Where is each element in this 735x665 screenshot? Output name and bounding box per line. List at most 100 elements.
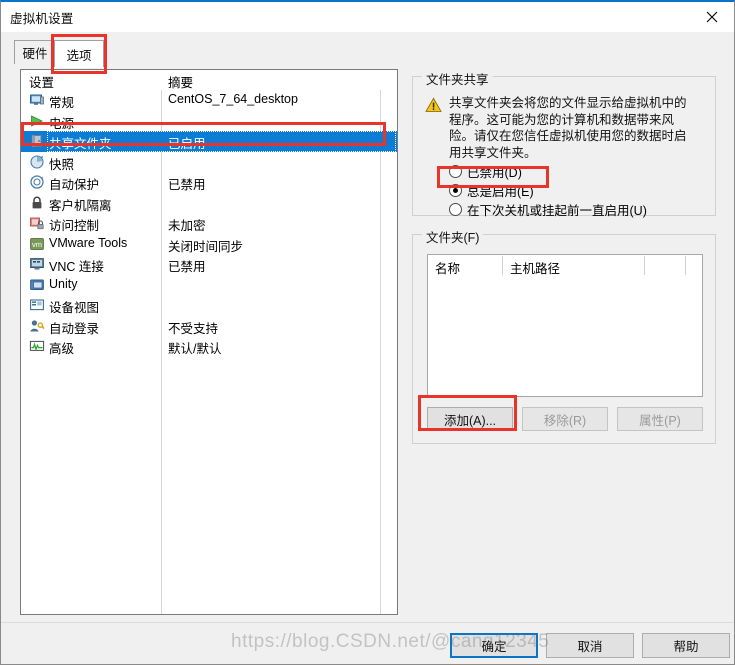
list-item-label: 自动登录 xyxy=(49,321,100,336)
list-item-label: Unity xyxy=(49,276,78,291)
cancel-button[interactable]: 取消 xyxy=(546,633,634,658)
folder-properties-button[interactable]: 属性(P) xyxy=(617,407,703,431)
folder-sharing-group-title: 文件夹共享 xyxy=(422,69,493,88)
list-item-auto-login[interactable]: 自动登录 不受支持 xyxy=(21,316,397,337)
tab-hardware-label: 硬件 xyxy=(22,47,48,61)
list-item-shared-folders[interactable]: 共享文件夹 已启用 xyxy=(21,131,397,152)
list-item-label: 设备视图 xyxy=(49,301,100,315)
folder-sharing-warning-text: 共享文件夹会将您的文件显示给虚拟机中的程序。这可能为您的计算机和数据带来风险。请… xyxy=(449,96,687,160)
tab-hardware[interactable]: 硬件 xyxy=(14,40,56,64)
help-button[interactable]: 帮助 xyxy=(642,633,730,658)
folder-icon xyxy=(29,133,45,149)
list-item-summary: 已禁用 xyxy=(168,178,206,192)
focus-ring xyxy=(47,131,396,152)
folders-button-row: 添加(A)... 移除(R) 属性(P) xyxy=(427,407,703,431)
ok-button-label: 确定 xyxy=(481,640,507,654)
svg-text:vm: vm xyxy=(32,240,42,249)
folders-group: 文件夹(F) 名称 主机路径 添加(A)... 移除(R) 属性(P) xyxy=(412,227,716,444)
dialog-footer: 确定 取消 帮助 xyxy=(1,623,734,664)
radio-mark xyxy=(449,165,462,178)
folders-column-name: 名称 xyxy=(435,262,461,276)
list-item-guest-isolation[interactable]: 客户机隔离 xyxy=(21,193,397,214)
list-item-label: 电源 xyxy=(49,116,75,131)
camera-icon xyxy=(29,154,45,170)
options-panel: 设置 摘要 常规 CentOS_7_64_desktop 电源 共享文件夹 已启… xyxy=(14,66,722,618)
radio-until-shutdown-label: 在下次关机或挂起前一直启用(U) xyxy=(467,204,647,218)
folder-sharing-group: 文件夹共享 共享文件夹会将您的文件显示给虚拟机中的程序。这可能为您的计算机和数据… xyxy=(412,69,716,219)
vmware-tools-icon: vm xyxy=(29,236,45,252)
list-item-vnc[interactable]: VNC 连接 已禁用 xyxy=(21,254,397,275)
radio-disabled-label: 已禁用(D) xyxy=(467,166,522,180)
list-item-summary: CentOS_7_64_desktop xyxy=(168,92,298,106)
help-button-label: 帮助 xyxy=(673,640,699,654)
folder-sharing-radio-group: 已禁用(D) 总是启用(E) 在下次关机或挂起前一直启用(U) xyxy=(449,162,647,219)
list-item-summary: 不受支持 xyxy=(168,321,219,336)
access-control-icon xyxy=(29,215,45,231)
list-item-vmware-tools[interactable]: vm VMware Tools 关闭时间同步 xyxy=(21,234,397,255)
list-item-summary: 已禁用 xyxy=(168,260,206,274)
settings-list-header: 设置 摘要 xyxy=(21,70,397,90)
title-bar: 虚拟机设置 xyxy=(1,2,734,32)
close-glyph xyxy=(706,11,718,22)
list-item-label: 客户机隔离 xyxy=(49,198,112,213)
radio-mark xyxy=(449,203,462,216)
list-item-power[interactable]: 电源 xyxy=(21,111,397,132)
remove-folder-button[interactable]: 移除(R) xyxy=(522,407,608,431)
settings-list[interactable]: 设置 摘要 常规 CentOS_7_64_desktop 电源 共享文件夹 已启… xyxy=(20,69,398,615)
list-item-label: 常规 xyxy=(49,96,75,110)
list-item-advanced[interactable]: 高级 默认/默认 xyxy=(21,336,397,357)
list-item-label: VNC 连接 xyxy=(49,260,104,274)
radio-always-enabled[interactable]: 总是启用(E) xyxy=(449,181,647,200)
list-item-summary: 默认/默认 xyxy=(168,342,222,356)
unity-icon xyxy=(29,277,45,293)
list-item-general[interactable]: 常规 CentOS_7_64_desktop xyxy=(21,90,397,111)
ok-button[interactable]: 确定 xyxy=(450,633,538,658)
tab-options-label: 选项 xyxy=(66,48,92,63)
auto-login-icon xyxy=(29,318,45,334)
folders-divider-3 xyxy=(685,256,686,275)
add-folder-label: 添加(A)... xyxy=(443,413,497,428)
vm-settings-window: 虚拟机设置 硬件 选项 设置 摘要 常规 CentOS_7_64_desktop… xyxy=(0,0,735,665)
folders-group-title: 文件夹(F) xyxy=(422,227,484,246)
list-item-summary: 未加密 xyxy=(168,219,206,233)
radio-disabled[interactable]: 已禁用(D) xyxy=(449,162,647,181)
list-item-summary: 关闭时间同步 xyxy=(168,239,244,254)
column-header-setting: 设置 xyxy=(29,76,55,90)
close-icon[interactable] xyxy=(690,2,734,31)
play-icon xyxy=(29,113,45,129)
add-folder-button[interactable]: 添加(A)... xyxy=(427,407,513,431)
remove-folder-label: 移除(R) xyxy=(543,413,587,428)
list-item-access-control[interactable]: 访问控制 未加密 xyxy=(21,213,397,234)
list-item-label: VMware Tools xyxy=(49,235,128,250)
list-item-device-view[interactable]: 设备视图 xyxy=(21,295,397,316)
monitor-icon xyxy=(29,92,45,108)
warning-triangle-icon xyxy=(425,97,442,113)
folders-table[interactable]: 名称 主机路径 xyxy=(427,254,703,397)
folders-table-header: 名称 主机路径 xyxy=(428,255,702,276)
tab-strip: 硬件 选项 xyxy=(1,32,734,68)
list-item-unity[interactable]: Unity xyxy=(21,275,397,296)
tab-underline-mask xyxy=(55,66,103,68)
radio-always-enabled-label: 总是启用(E) xyxy=(467,185,534,199)
list-item-label: 高级 xyxy=(49,342,75,356)
window-title: 虚拟机设置 xyxy=(10,11,74,26)
folders-divider-2 xyxy=(644,256,645,275)
column-header-summary: 摘要 xyxy=(168,76,194,90)
lock-icon xyxy=(29,195,45,211)
folders-column-host-path: 主机路径 xyxy=(510,262,561,276)
cancel-button-label: 取消 xyxy=(577,640,603,654)
autoprotect-icon xyxy=(29,174,45,190)
list-item-autoprotect[interactable]: 自动保护 已禁用 xyxy=(21,172,397,193)
settings-rows: 常规 CentOS_7_64_desktop 电源 共享文件夹 已启用 快照 自… xyxy=(21,90,397,357)
list-item-label: 自动保护 xyxy=(49,178,100,192)
list-item-snapshot[interactable]: 快照 xyxy=(21,152,397,173)
folder-properties-label: 属性(P) xyxy=(639,413,681,428)
tab-options[interactable]: 选项 xyxy=(54,40,104,67)
list-item-label: 访问控制 xyxy=(49,219,100,233)
vnc-icon xyxy=(29,256,45,272)
advanced-icon xyxy=(29,338,45,354)
folders-divider-1 xyxy=(502,256,503,275)
radio-mark xyxy=(449,184,462,197)
radio-until-shutdown[interactable]: 在下次关机或挂起前一直启用(U) xyxy=(449,200,647,219)
device-view-icon xyxy=(29,297,45,313)
